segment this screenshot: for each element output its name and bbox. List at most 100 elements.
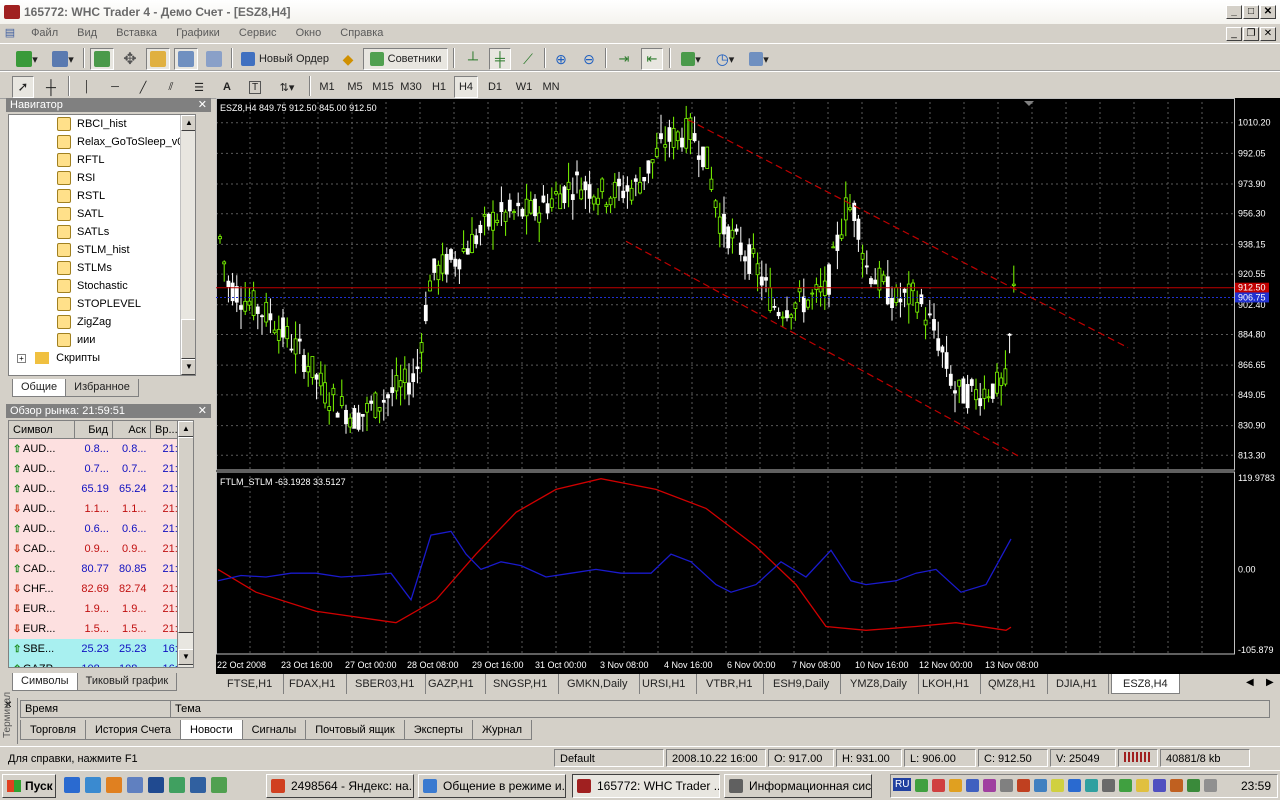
tf-m5[interactable]: M5 (343, 76, 367, 98)
menu-charts[interactable]: Графики (168, 24, 228, 43)
ie-icon[interactable] (64, 777, 80, 793)
autoscroll-button[interactable]: ⇥ (613, 48, 635, 70)
tab-scroll-right-icon[interactable]: ▶ (1266, 677, 1274, 688)
table-row[interactable]: ⇧AUD...0.6...0.6...21:59 (9, 519, 193, 539)
scroll-up-icon[interactable]: ▲ (178, 421, 193, 437)
table-row[interactable]: ⇧AUD...0.8...0.8...21:59 (9, 439, 193, 459)
tray-app-icon[interactable] (1170, 779, 1183, 792)
table-row[interactable]: ⇩EUR...1.9...1.9...21:59 (9, 599, 193, 619)
cursor-tool[interactable]: ➚ (12, 76, 34, 98)
data-window-button[interactable]: ✥ (118, 48, 142, 70)
child-close-button[interactable]: ✕ (1260, 27, 1276, 41)
table-row[interactable]: ⇩AUD...1.1...1.1...21:59 (9, 499, 193, 519)
nav-folder-scripts[interactable]: + Скрипты (9, 349, 195, 367)
connection-icon[interactable] (1118, 749, 1158, 767)
maximize-button[interactable]: □ (1243, 5, 1259, 19)
chart-tab[interactable]: GAZP,H1 (417, 674, 486, 694)
nav-item-rftl[interactable]: RFTL (9, 151, 195, 169)
fibo-tool[interactable]: ☰ (188, 76, 210, 98)
chart-tab[interactable]: ESH9,Daily (762, 674, 842, 694)
tray-app-icon[interactable] (1051, 779, 1064, 792)
nav-item-satls[interactable]: SATLs (9, 223, 195, 241)
candle-chart-button[interactable]: ╪ (489, 48, 511, 70)
menu-insert[interactable]: Вставка (108, 24, 165, 43)
vertical-line-tool[interactable]: │ (76, 76, 98, 98)
tf-mn[interactable]: MN (539, 76, 563, 98)
tray-app-icon[interactable] (966, 779, 979, 792)
text-tool[interactable]: A (216, 76, 238, 98)
outlook-icon[interactable] (85, 777, 101, 793)
zoom-in-button[interactable]: ⊕ (550, 48, 572, 70)
tf-h1[interactable]: H1 (427, 76, 451, 98)
bar-chart-button[interactable]: ┴ (462, 48, 484, 70)
market-watch-toggle[interactable] (90, 48, 114, 70)
terminal-tab[interactable]: Торговля (20, 720, 86, 740)
chart-tab[interactable]: URSI,H1 (631, 674, 698, 694)
nav-item-stoplevel[interactable]: STOPLEVEL (9, 295, 195, 313)
chart-tab[interactable]: SNGSP,H1 (482, 674, 560, 694)
chart-tab[interactable]: GMKN,Daily (556, 674, 640, 694)
col-time[interactable]: Вр... (151, 421, 179, 438)
expand-icon[interactable]: + (17, 354, 26, 363)
nav-item-stlm-hist[interactable]: STLM_hist (9, 241, 195, 259)
new-order-button[interactable]: Новый Ордер (236, 48, 334, 70)
tab-tick-chart[interactable]: Тиковый график (76, 673, 178, 691)
label-tool[interactable]: T (244, 76, 266, 98)
tray-app-icon[interactable] (1187, 779, 1200, 792)
horizontal-line-tool[interactable]: ─ (104, 76, 126, 98)
new-chart-button[interactable]: ▾ (10, 48, 44, 70)
scroll-up-icon[interactable]: ▲ (181, 115, 195, 131)
chart-tab[interactable]: YMZ8,Daily (839, 674, 919, 694)
terminal-tab[interactable]: Сигналы (241, 720, 307, 740)
table-row[interactable]: ⇩EUR...1.5...1.5...21:59 (9, 619, 193, 639)
minimize-button[interactable]: _ (1226, 5, 1242, 19)
channel-tool[interactable]: ⫽ (160, 76, 182, 98)
trendline-tool[interactable]: ╱ (132, 76, 154, 98)
tab-symbols[interactable]: Символы (12, 673, 78, 691)
menu-file[interactable]: Файл (23, 24, 66, 43)
explorer-icon[interactable] (127, 777, 143, 793)
indicators-button[interactable]: ▾ (676, 48, 706, 70)
terminal-app-icon[interactable] (211, 777, 227, 793)
nav-item-zigzag[interactable]: ZigZag (9, 313, 195, 331)
chart-tab[interactable]: QMZ8,H1 (977, 674, 1048, 694)
chart-tab[interactable]: VTBR,H1 (695, 674, 765, 694)
search-icon[interactable] (190, 777, 206, 793)
tab-scroll-left-icon[interactable]: ◀ (1246, 677, 1254, 688)
table-row[interactable]: ⇧SBE...25.2325.2316:45 (9, 639, 193, 659)
scroll-thumb[interactable] (178, 437, 193, 633)
terminal-tab[interactable]: Эксперты (403, 720, 473, 740)
icq-icon[interactable] (949, 779, 962, 792)
chart-shift-button[interactable]: ⇤ (641, 48, 663, 70)
tray-app-icon[interactable] (1153, 779, 1166, 792)
wifi-icon[interactable] (1119, 779, 1132, 792)
alert-button[interactable]: ◆ (337, 48, 359, 70)
tray-app-icon[interactable] (1068, 779, 1081, 792)
profiles-button[interactable]: ▾ (48, 48, 78, 70)
col-time-header[interactable]: Время (21, 701, 171, 717)
table-row[interactable]: ⇧CAD...80.7780.8521:59 (9, 559, 193, 579)
tab-general[interactable]: Общие (12, 379, 67, 397)
templates-button[interactable]: ▾ (744, 48, 774, 70)
zoom-out-button[interactable]: ⊖ (578, 48, 600, 70)
media-icon[interactable] (148, 777, 164, 793)
tray-app-icon[interactable] (983, 779, 996, 792)
nav-item-rbci-hist[interactable]: RBCI_hist (9, 115, 195, 133)
col-symbol[interactable]: Символ (9, 421, 75, 438)
tab-favorites[interactable]: Избранное (65, 379, 139, 397)
nav-item-rstl[interactable]: RSTL (9, 187, 195, 205)
tray-app-icon[interactable] (1034, 779, 1047, 792)
terminal-tab[interactable]: Новости (180, 720, 243, 740)
market-watch-scrollbar[interactable]: ▲ ▼ (177, 421, 193, 667)
tf-m1[interactable]: M1 (316, 76, 338, 98)
volume-icon[interactable] (1204, 779, 1217, 792)
col-bid[interactable]: Бид (75, 421, 113, 438)
nav-item-rsi[interactable]: RSI (9, 169, 195, 187)
menu-window[interactable]: Окно (288, 24, 330, 43)
language-indicator[interactable]: RU (893, 778, 912, 791)
scroll-thumb[interactable] (181, 319, 195, 359)
tray-app-icon[interactable] (1017, 779, 1030, 792)
market-watch-close-icon[interactable]: ✕ (198, 404, 207, 418)
tf-h4[interactable]: H4 (454, 76, 478, 98)
chart-tab[interactable]: FTSE,H1 (216, 674, 285, 694)
